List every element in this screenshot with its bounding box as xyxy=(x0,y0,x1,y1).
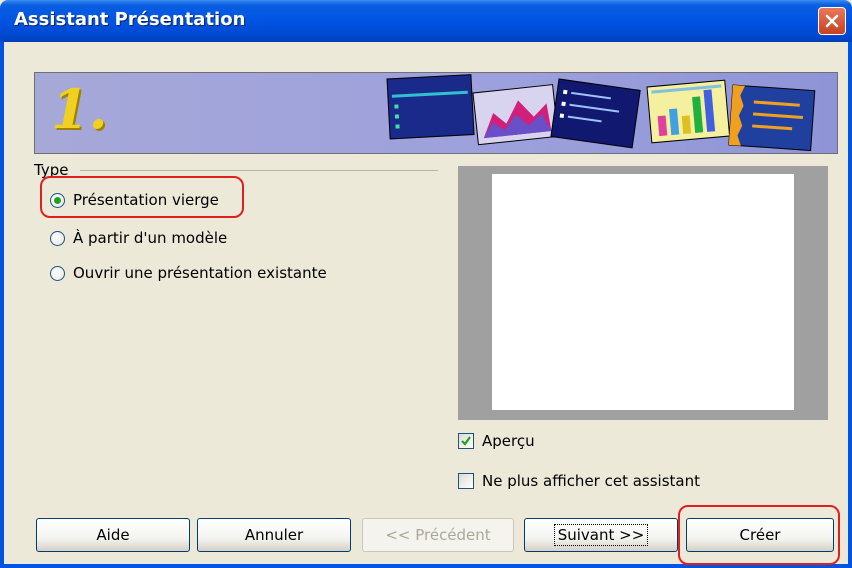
title-bar: Assistant Présentation xyxy=(0,0,852,42)
dont-show-checkbox[interactable] xyxy=(458,473,474,489)
window-title: Assistant Présentation xyxy=(14,9,246,30)
step-number: 1. xyxy=(51,77,108,141)
close-button[interactable] xyxy=(818,7,846,35)
preview-checkbox[interactable] xyxy=(458,433,474,449)
dont-show-checkbox-row[interactable]: Ne plus afficher cet assistant xyxy=(458,472,700,490)
type-group-divider xyxy=(80,170,438,171)
radio-from-template[interactable]: À partir d'un modèle xyxy=(50,229,227,247)
help-button[interactable]: Aide xyxy=(36,518,190,552)
radio-button[interactable] xyxy=(50,230,65,246)
close-icon xyxy=(825,14,839,28)
preview-page xyxy=(492,174,794,410)
radio-label-open-existing: Ouvrir une présentation existante xyxy=(73,264,327,282)
highlight-create-button xyxy=(678,505,840,565)
previous-button[interactable]: << Précédent xyxy=(362,518,514,552)
wizard-banner: 1. xyxy=(34,72,838,154)
radio-label-template: À partir d'un modèle xyxy=(73,229,228,247)
next-button[interactable]: Suivant >> xyxy=(524,518,678,552)
banner-slides-illustration xyxy=(386,74,816,152)
radio-button[interactable] xyxy=(50,265,65,281)
preview-checkbox-label: Aperçu xyxy=(482,432,535,450)
dont-show-checkbox-label: Ne plus afficher cet assistant xyxy=(482,472,700,490)
radio-open-existing[interactable]: Ouvrir une présentation existante xyxy=(50,264,327,282)
preview-checkbox-row[interactable]: Aperçu xyxy=(458,432,535,450)
checkmark-icon xyxy=(461,436,471,446)
preview-area xyxy=(458,166,828,420)
cancel-button[interactable]: Annuler xyxy=(197,518,351,552)
highlight-blank-presentation xyxy=(40,176,244,218)
